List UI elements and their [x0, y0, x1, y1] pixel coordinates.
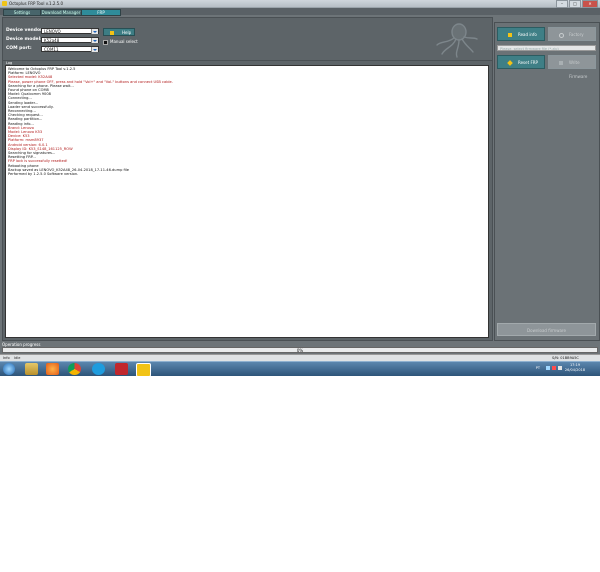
windows-taskbar: PT 17:19 26/04/2018 — [0, 361, 600, 377]
config-panel: Device vendor: LENOVO Device model: K52a… — [2, 17, 493, 62]
log-panel: Log Welcome to Octoplus FRP Tool v.1.2.5… — [2, 60, 493, 341]
file-explorer-icon[interactable] — [25, 363, 38, 375]
actions-panel: Read info Factory Please, select firmwar… — [494, 22, 600, 341]
device-vendor-label: Device vendor: — [6, 28, 45, 33]
com-port-label: COM port: — [6, 46, 32, 51]
skype-icon[interactable] — [92, 363, 105, 375]
manual-select-checkbox[interactable]: Manual select — [103, 39, 138, 45]
title-bar: Octoplus FRP Tool v.1.2.5.0 – □ ✕ — [0, 0, 600, 8]
com-port-value: COM11 — [44, 47, 59, 52]
minimize-button[interactable]: – — [556, 0, 568, 8]
read-info-label: Read info — [518, 32, 537, 37]
checkbox-icon[interactable] — [103, 39, 108, 45]
idle-status-text: Idle — [14, 356, 21, 360]
alert-icon[interactable] — [552, 366, 556, 370]
firmware-file-input[interactable]: Please, select firmware file (*.zip) — [497, 45, 596, 51]
app-window: Octoplus FRP Tool v.1.2.5.0 – □ ✕ Settin… — [0, 0, 600, 377]
clock-time[interactable]: 17:19 — [560, 363, 590, 367]
help-icon — [110, 31, 114, 35]
app-logo-icon — [2, 1, 7, 6]
write-firmware-label: Write Firmware — [569, 60, 588, 79]
tab-download-manager[interactable]: Download Manager — [40, 9, 82, 16]
chevron-down-icon[interactable] — [91, 38, 98, 43]
octopus-logo-icon — [436, 23, 478, 58]
tab-settings[interactable]: Settings — [3, 9, 41, 16]
tool-app-icon[interactable] — [115, 363, 128, 375]
device-model-value: K52a48 — [44, 38, 60, 43]
chrome-icon[interactable] — [68, 363, 81, 375]
reset-frp-label: Reset FRP — [518, 60, 538, 65]
write-firmware-button[interactable]: Write Firmware — [548, 55, 596, 79]
device-vendor-value: LENOVO — [44, 29, 61, 34]
window-title: Octoplus FRP Tool v.1.2.5.0 — [9, 1, 64, 6]
operation-progress-bar: 0% — [2, 347, 598, 353]
com-port-select[interactable]: COM11 — [41, 46, 99, 52]
log-textarea[interactable]: Welcome to Octoplus FRP Tool v.1.2.5 Plat… — [5, 65, 489, 338]
maximize-button[interactable]: □ — [569, 0, 581, 8]
factory-label: Factory — [569, 32, 584, 37]
clock-date[interactable]: 26/04/2018 — [560, 368, 590, 372]
device-model-label: Device model: — [6, 37, 42, 42]
chevron-down-icon[interactable] — [91, 47, 98, 52]
reset-frp-button[interactable]: Reset FRP — [497, 55, 545, 69]
tab-bar: Settings Download Manager FRP — [0, 8, 600, 16]
manual-select-label: Manual select — [110, 39, 138, 44]
factory-button[interactable]: Factory — [548, 27, 596, 41]
tab-frp[interactable]: FRP — [81, 9, 121, 16]
network-icon[interactable] — [546, 366, 550, 370]
factory-reset-icon — [559, 33, 564, 38]
help-button-label: Help — [122, 30, 132, 35]
device-vendor-select[interactable]: LENOVO — [41, 28, 99, 34]
help-button[interactable]: Help — [103, 28, 135, 36]
octoplus-taskbar-icon[interactable] — [136, 363, 151, 377]
write-icon — [559, 61, 563, 65]
info-icon — [508, 33, 512, 37]
close-button[interactable]: ✕ — [582, 0, 598, 8]
firefox-icon[interactable] — [46, 363, 59, 375]
log-line: Performed by 1.2.5.0 Software version. — [8, 172, 79, 177]
start-button[interactable] — [3, 363, 15, 375]
key-icon — [507, 60, 513, 66]
device-model-select[interactable]: K52a48 — [41, 37, 99, 43]
language-indicator[interactable]: PT — [536, 366, 540, 370]
chevron-down-icon[interactable] — [91, 29, 98, 34]
download-firmware-button[interactable]: Download firmware — [497, 323, 596, 336]
read-info-button[interactable]: Read info — [497, 27, 545, 41]
